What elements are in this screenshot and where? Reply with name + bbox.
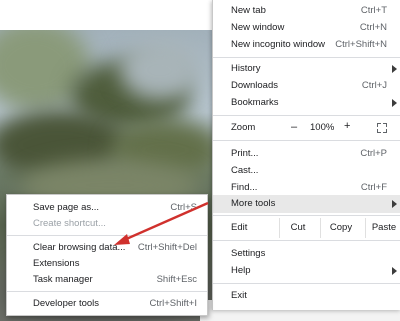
annotation-arrow-icon <box>114 201 209 245</box>
